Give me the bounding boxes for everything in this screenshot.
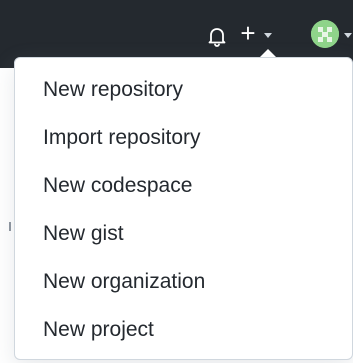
caret-down-icon[interactable] — [264, 33, 272, 38]
bell-icon[interactable] — [205, 24, 229, 48]
menu-item-new-gist[interactable]: New gist — [15, 210, 352, 258]
avatar-caret-down-icon[interactable] — [344, 33, 352, 38]
plus-icon[interactable]: + — [234, 18, 262, 48]
create-new-dropdown-menu: New repository Import repository New cod… — [14, 57, 353, 360]
menu-item-new-organization[interactable]: New organization — [15, 258, 352, 306]
dropdown-pointer — [260, 49, 276, 57]
create-menu-list: New repository Import repository New cod… — [15, 66, 352, 354]
menu-item-new-codespace[interactable]: New codespace — [15, 162, 352, 210]
page-edge-tick — [9, 222, 11, 231]
menu-item-new-project[interactable]: New project — [15, 306, 352, 354]
avatar[interactable] — [311, 20, 339, 48]
menu-item-new-repository[interactable]: New repository — [15, 66, 352, 114]
menu-item-import-repository[interactable]: Import repository — [15, 114, 352, 162]
